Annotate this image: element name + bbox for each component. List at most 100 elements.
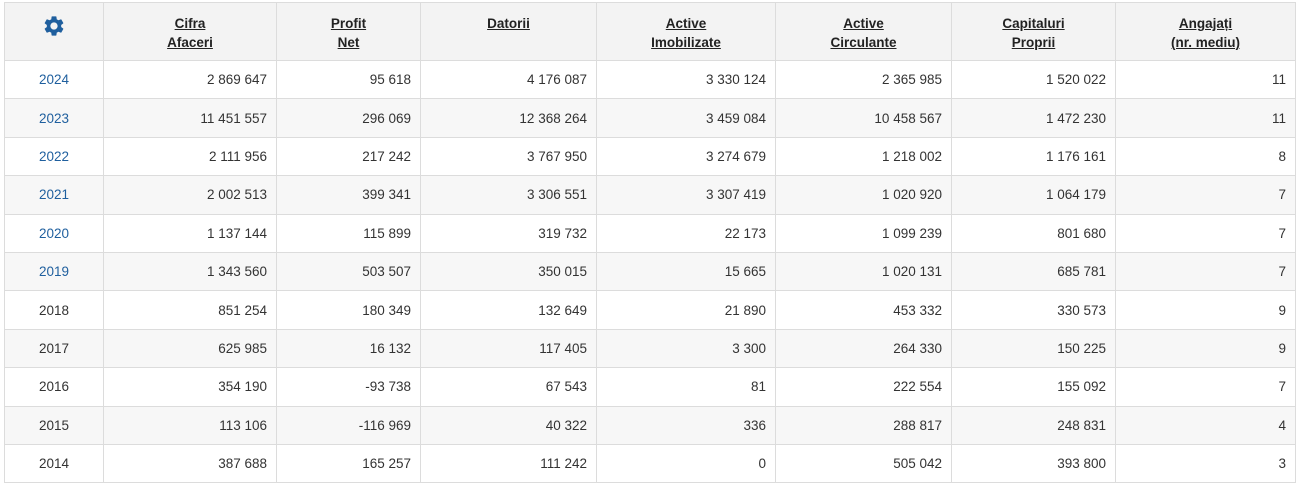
col-header-profit-net[interactable]: Profit Net [276, 2, 421, 61]
table-row: 2016 354 190 -93 738 67 543 81 222 554 155 092… [4, 367, 1296, 407]
table-cell: 165 257 [276, 443, 421, 484]
table-cell: 2 365 985 [775, 59, 952, 100]
table-row: 2014 387 688 165 257 111 242 0 505 042 393 800… [4, 443, 1296, 484]
table-row: 2023 11 451 557 296 069 12 368 264 3 459 084… [4, 98, 1296, 138]
table-cell: 851 254 [103, 290, 277, 330]
table-cell: 3 [1115, 443, 1296, 484]
col-header-label[interactable]: Capitaluri [1002, 16, 1064, 31]
table-cell: 11 451 557 [103, 98, 277, 138]
table-cell: 1 520 022 [951, 59, 1116, 100]
table-cell: 2 869 647 [103, 59, 277, 100]
col-header-label[interactable]: Active [843, 16, 884, 31]
table-cell: 7 [1115, 367, 1296, 407]
table-cell: 330 573 [951, 290, 1116, 330]
table-cell: 11 [1115, 59, 1296, 100]
table-cell: 1 020 920 [775, 175, 952, 215]
table-row: 2018 851 254 180 349 132 649 21 890 453 332 33… [4, 290, 1296, 330]
year-link[interactable]: 2020 [4, 213, 104, 253]
table-cell: 9 [1115, 290, 1296, 330]
table-row: 2020 1 137 144 115 899 319 732 22 173 1 099 2… [4, 213, 1296, 253]
col-header-capitaluri-proprii[interactable]: Capitaluri Proprii [951, 2, 1116, 61]
table-cell: 1 137 144 [103, 213, 277, 253]
table-cell: 9 [1115, 328, 1296, 369]
year-link[interactable]: 2022 [4, 136, 104, 177]
table-cell: 111 242 [420, 443, 597, 484]
col-header-label[interactable]: Cifra [175, 16, 206, 31]
table-cell: 217 242 [276, 136, 421, 177]
table-cell: 7 [1115, 213, 1296, 253]
col-header-label[interactable]: Afaceri [167, 35, 213, 50]
col-header-label[interactable]: (nr. mediu) [1171, 35, 1240, 50]
table-row: 2021 2 002 513 399 341 3 306 551 3 307 419 1 … [4, 175, 1296, 215]
col-header-datorii[interactable]: Datorii [420, 2, 597, 61]
table-cell: 132 649 [420, 290, 597, 330]
table-row: 2024 2 869 647 95 618 4 176 087 3 330 124 2 3… [4, 59, 1296, 100]
col-header-active-imobilizate[interactable]: Active Imobilizate [596, 2, 776, 61]
table-cell: 12 368 264 [420, 98, 597, 138]
table-cell: 288 817 [775, 405, 952, 445]
table-cell: 1 472 230 [951, 98, 1116, 138]
col-header-label[interactable]: Angajați [1179, 16, 1232, 31]
table-cell: 10 458 567 [775, 98, 952, 138]
table-cell: 625 985 [103, 328, 277, 369]
col-header-label[interactable]: Net [338, 35, 360, 50]
table-cell: 115 899 [276, 213, 421, 253]
table-cell: 3 274 679 [596, 136, 776, 177]
table-cell: 453 332 [775, 290, 952, 330]
year-link[interactable]: 2023 [4, 98, 104, 138]
table-cell: 1 064 179 [951, 175, 1116, 215]
table-cell: 3 306 551 [420, 175, 597, 215]
table-cell: 155 092 [951, 367, 1116, 407]
year-cell: 2017 [4, 328, 104, 369]
table-cell: 3 307 419 [596, 175, 776, 215]
table-cell: 505 042 [775, 443, 952, 484]
year-cell: 2015 [4, 405, 104, 445]
table-cell: 1 099 239 [775, 213, 952, 253]
table-cell: 180 349 [276, 290, 421, 330]
table-cell: 503 507 [276, 251, 421, 292]
table-cell: 4 [1115, 405, 1296, 445]
table-cell: 22 173 [596, 213, 776, 253]
table-cell: 1 218 002 [775, 136, 952, 177]
table-cell: 319 732 [420, 213, 597, 253]
table-cell: 1 020 131 [775, 251, 952, 292]
table-cell: 399 341 [276, 175, 421, 215]
year-cell: 2016 [4, 367, 104, 407]
col-header-angajati[interactable]: Angajați (nr. mediu) [1115, 2, 1296, 61]
table-cell: 685 781 [951, 251, 1116, 292]
gear-icon[interactable] [42, 14, 66, 38]
col-header-cifra-afaceri[interactable]: Cifra Afaceri [103, 2, 277, 61]
col-header-label[interactable]: Profit [331, 16, 366, 31]
table-cell: 222 554 [775, 367, 952, 407]
col-header-label[interactable]: Circulante [830, 35, 896, 50]
table-cell: 2 111 956 [103, 136, 277, 177]
table-cell: 3 767 950 [420, 136, 597, 177]
col-header-active-circulante[interactable]: Active Circulante [775, 2, 952, 61]
table-cell: 3 300 [596, 328, 776, 369]
year-link[interactable]: 2019 [4, 251, 104, 292]
table-cell: -116 969 [276, 405, 421, 445]
table-cell: 67 543 [420, 367, 597, 407]
table-cell: 336 [596, 405, 776, 445]
table-cell: 0 [596, 443, 776, 484]
table-cell: 296 069 [276, 98, 421, 138]
table-cell: 393 800 [951, 443, 1116, 484]
table-cell: 4 176 087 [420, 59, 597, 100]
table-cell: 8 [1115, 136, 1296, 177]
table-header-row: Cifra Afaceri Profit Net Datorii Active Imo… [4, 2, 1296, 61]
table-row: 2017 625 985 16 132 117 405 3 300 264 330 150 … [4, 328, 1296, 369]
year-cell: 2014 [4, 443, 104, 484]
table-cell: 3 459 084 [596, 98, 776, 138]
year-link[interactable]: 2024 [4, 59, 104, 100]
col-header-label[interactable]: Imobilizate [651, 35, 721, 50]
settings-header-cell [4, 2, 104, 61]
year-link[interactable]: 2021 [4, 175, 104, 215]
table-cell: -93 738 [276, 367, 421, 407]
table-cell: 81 [596, 367, 776, 407]
year-cell: 2018 [4, 290, 104, 330]
col-header-label[interactable]: Active [666, 16, 707, 31]
table-cell: 150 225 [951, 328, 1116, 369]
col-header-label[interactable]: Datorii [487, 16, 530, 31]
col-header-label[interactable]: Proprii [1012, 35, 1056, 50]
table-cell: 3 330 124 [596, 59, 776, 100]
